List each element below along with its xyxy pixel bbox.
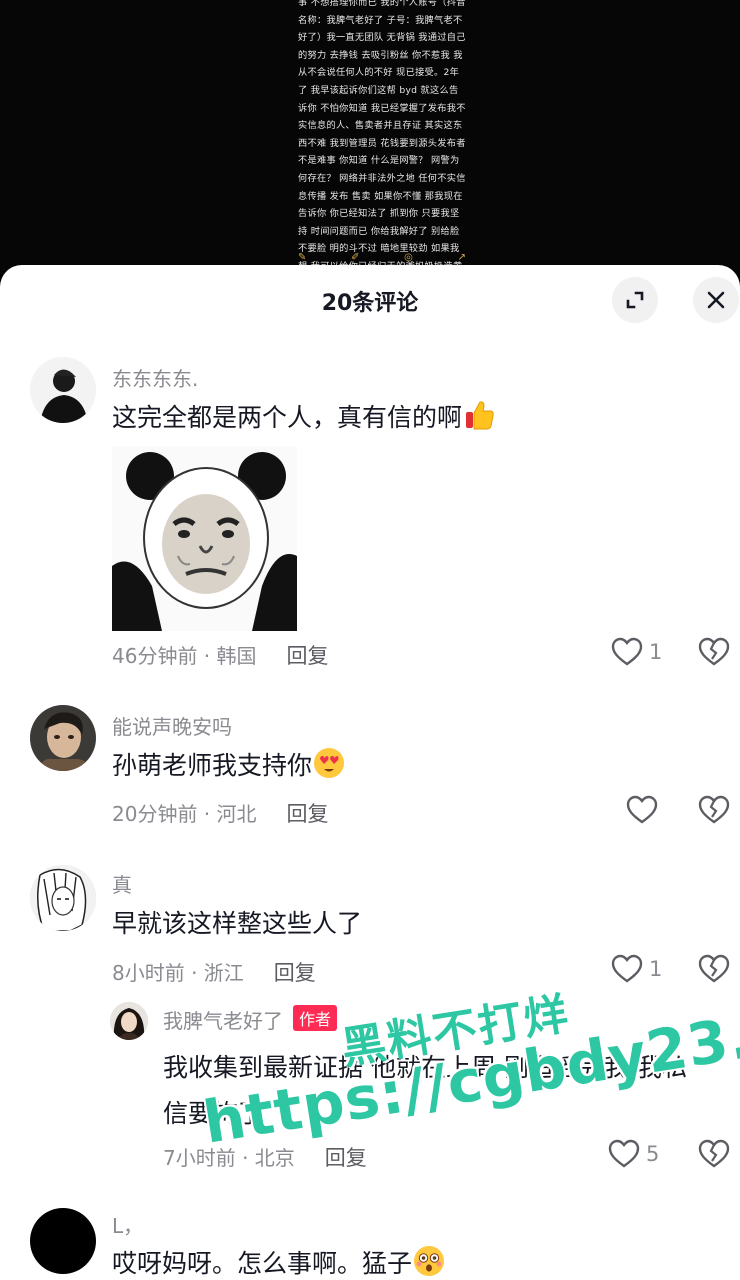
broken-heart-icon [698, 637, 730, 666]
heart-icon [611, 954, 643, 983]
reply-button[interactable]: 回复 [287, 644, 329, 668]
avatar[interactable] [30, 705, 96, 771]
dislike-button[interactable] [698, 954, 730, 988]
comment-username[interactable]: 真 [112, 869, 132, 898]
comment-meta: 8小时前 · 浙江 回复 [112, 957, 316, 987]
comment-username[interactable]: L， [112, 1210, 143, 1239]
avatar[interactable] [30, 865, 96, 931]
reply-button[interactable]: 回复 [325, 1146, 367, 1170]
author-badge: 作者 [293, 1005, 338, 1031]
comment-sheet-header: 20条评论 [0, 265, 740, 337]
broken-heart-icon [698, 795, 730, 824]
heart-icon [608, 1139, 640, 1168]
comment-time-location: 7小时前 · 北京 [163, 1146, 295, 1170]
flushed-face-icon [414, 1246, 445, 1276]
heart-eyes-icon [314, 748, 345, 778]
broken-heart-icon [698, 954, 730, 983]
avatar[interactable] [110, 1002, 148, 1040]
target-icon: ◎ [404, 252, 413, 263]
video-overlay-text: 事 不想搭理你而已 我的个人账号（抖音名称：我脾气老好了 子号：我脾气老不好了）… [298, 0, 466, 272]
comment-username[interactable]: 我脾气老好了 [163, 1009, 283, 1033]
pen-icon: ✐ [351, 252, 360, 263]
comment-time-location: 20分钟前 · 河北 [112, 802, 257, 826]
share-icon: ↗ [457, 252, 466, 263]
avatar[interactable] [30, 1208, 96, 1274]
video-action-icons: ✎ ✐ ◎ ↗ [298, 252, 466, 263]
like-count: 1 [649, 957, 663, 981]
heart-icon [626, 795, 658, 824]
reply-button[interactable]: 回复 [274, 961, 316, 985]
edit-icon: ✎ [298, 252, 307, 263]
comment-text: 这完全都是两个人，真有信的啊 [112, 397, 496, 439]
comment-meta: 20分钟前 · 河北 回复 [112, 798, 329, 828]
comment-time-location: 46分钟前 · 韩国 [112, 644, 257, 668]
like-button[interactable]: 1 [611, 637, 662, 667]
panda-meme-sticker[interactable] [112, 446, 297, 631]
comment-time-location: 8小时前 · 浙江 [112, 961, 244, 985]
thumbs-up-icon [466, 401, 494, 430]
video-player[interactable]: 事 不想搭理你而已 我的个人账号（抖音名称：我脾气老好了 子号：我脾气老不好了）… [0, 0, 740, 275]
expand-button[interactable] [612, 277, 658, 323]
comment-meta: 46分钟前 · 韩国 回复 [112, 640, 329, 670]
like-button[interactable]: 1 [611, 954, 662, 984]
dislike-button[interactable] [698, 637, 730, 671]
comment-text: 早就该这样整这些人了 [112, 909, 363, 938]
reply-button[interactable]: 回复 [287, 802, 329, 826]
comment-username[interactable]: 能说声晚安吗 [112, 711, 232, 740]
comment-username[interactable]: 东东东东. [112, 363, 198, 392]
like-button[interactable] [626, 795, 664, 825]
expand-icon [626, 291, 644, 309]
comment-meta: 7小时前 · 北京 回复 [163, 1142, 367, 1172]
avatar[interactable] [30, 357, 96, 423]
comment-text: 孙萌老师我支持你 [112, 745, 346, 787]
comment-sheet: 20条评论 东东东东. 这完全都是两个人，真有信的啊 46分钟前 · 韩国 回复… [0, 265, 740, 1280]
like-count: 5 [646, 1142, 660, 1166]
comment-text: 哎呀妈呀。怎么事啊。猛子 [112, 1243, 446, 1280]
like-count: 1 [649, 640, 663, 664]
heart-icon [611, 637, 643, 666]
close-button[interactable] [693, 277, 739, 323]
close-icon [707, 291, 725, 309]
broken-heart-icon [698, 1139, 730, 1168]
comment-text: 我收集到最新证据 他就在上周 刚造谣完我 我私 信要饰了 [163, 1053, 687, 1128]
reply-username-row: 我脾气老好了 作者 [163, 1005, 338, 1034]
dislike-button[interactable] [698, 1139, 730, 1173]
dislike-button[interactable] [698, 795, 730, 829]
like-button[interactable]: 5 [608, 1139, 659, 1169]
